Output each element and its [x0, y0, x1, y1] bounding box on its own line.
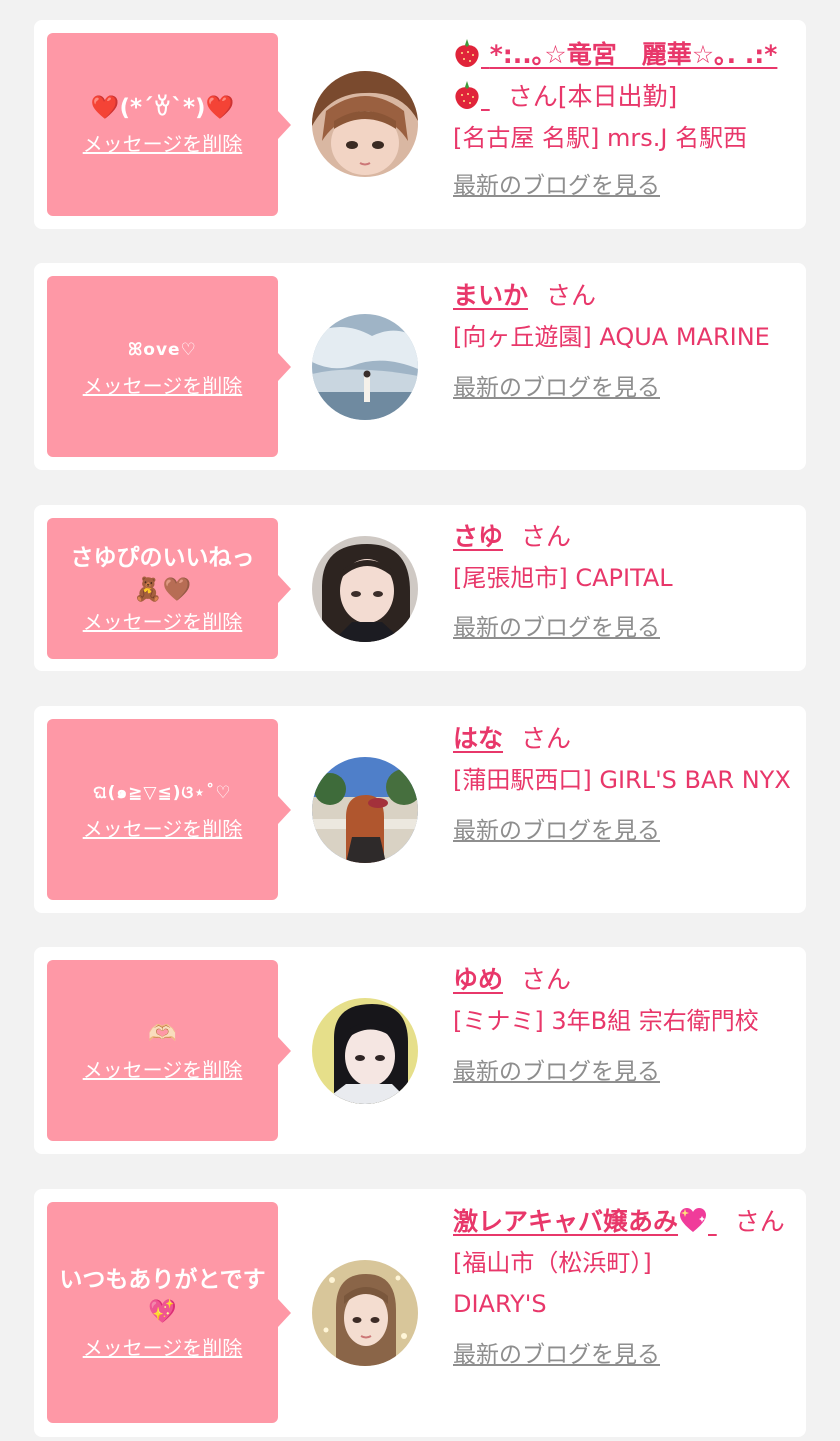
cast-name-link[interactable]: 激レアキャバ嬢あみ [453, 1207, 717, 1236]
message-bubble: 🫶🏻 メッセージを削除 [47, 960, 291, 1141]
avatar-photo [312, 998, 418, 1104]
cast-name-link[interactable]: さゆ [453, 522, 503, 551]
avatar[interactable] [312, 998, 418, 1104]
honorific: さん [521, 965, 572, 994]
latest-blog-link[interactable]: 最新のブログを見る [453, 1055, 798, 1089]
delete-message-link[interactable]: メッセージを削除 [83, 608, 243, 636]
message-bubble: さゆぴのいいねっ🧸🤎 メッセージを削除 [47, 518, 291, 659]
avatar-photo [312, 757, 418, 863]
honorific: さん [734, 1207, 785, 1236]
name-line: ゆめ さん [453, 959, 798, 1001]
avatar-photo [312, 314, 418, 420]
profile-info: はな さん [蒲田駅西口] GIRL'S BAR NYX 最新のブログを見る [453, 718, 798, 848]
delete-message-link[interactable]: メッセージを削除 [83, 815, 243, 843]
shop-name: DIARY'S [453, 1290, 547, 1318]
cast-name-link[interactable]: ゆめ [453, 965, 503, 994]
name-line: 激レアキャバ嬢あみ さん [453, 1201, 798, 1243]
name-line: さゆ さん [453, 516, 798, 558]
profile-info: さゆ さん [尾張旭市] CAPITAL 最新のブログを見る [453, 516, 798, 645]
profile-info: *:..｡☆竜宮 麗華☆｡. .:* さん[本日出勤] [名古屋 名駅] mrs… [453, 34, 798, 203]
message-bubble: いつもありがとです💖 メッセージを削除 [47, 1202, 291, 1423]
delete-message-link[interactable]: メッセージを削除 [83, 1334, 243, 1362]
name-line: はな さん [453, 718, 798, 760]
shop-area: [福山市（松浜町）] [453, 1249, 652, 1277]
favorite-card: 🫶🏻 メッセージを削除 ゆめ さん [ミナミ] 3年B組 宗右衛門校 最新のブログ… [34, 947, 806, 1154]
favorite-card: いつもありがとです💖 メッセージを削除 激レアキャバ嬢あみ さん [福山市（松浜… [34, 1189, 806, 1437]
profile-info: まいか さん [向ヶ丘遊園] AQUA MARINE 最新のブログを見る [453, 275, 798, 405]
avatar[interactable] [312, 71, 418, 177]
honorific: さん [521, 724, 572, 753]
avatar[interactable] [312, 757, 418, 863]
avatar-photo [312, 1260, 418, 1366]
honorific: さん [546, 281, 597, 310]
honorific: さん [521, 522, 572, 551]
favorite-card: ❤️(*´ꈊ`*)❤️ メッセージを削除 *:..｡☆竜宮 麗華☆｡. .:* … [34, 20, 806, 229]
name-line: *:..｡☆竜宮 麗華☆｡. .:* さん[本日出勤] [453, 34, 798, 118]
avatar-photo [312, 536, 418, 642]
strawberry-icon [455, 39, 479, 67]
profile-info: 激レアキャバ嬢あみ さん [福山市（松浜町）] DIARY'S 最新のブログを見… [453, 1201, 798, 1372]
favorite-card: さゆぴのいいねっ🧸🤎 メッセージを削除 さゆ さん [尾張旭市] CAPITAL … [34, 505, 806, 671]
latest-blog-link[interactable]: 最新のブログを見る [453, 1338, 798, 1372]
message-bubble: ꕤove♡ メッセージを削除 [47, 276, 291, 457]
message-text: ❤️(*´ꈊ`*)❤️ [90, 94, 235, 121]
latest-blog-link[interactable]: 最新のブログを見る [453, 814, 798, 848]
profile-info: ゆめ さん [ミナミ] 3年B組 宗右衛門校 最新のブログを見る [453, 959, 798, 1089]
latest-blog-link[interactable]: 最新のブログを見る [453, 371, 798, 405]
message-text: ꕤove♡ [128, 339, 197, 360]
favorite-card: ꕤove♡ メッセージを削除 まいか さん [向ヶ丘遊園] AQUA MARINE… [34, 263, 806, 470]
avatar[interactable] [312, 536, 418, 642]
delete-message-link[interactable]: メッセージを削除 [83, 130, 243, 158]
message-text: 🫶🏻 [148, 1020, 177, 1047]
cast-name: 激レアキャバ嬢あみ [453, 1207, 679, 1236]
shop-text: [向ヶ丘遊園] AQUA MARINE [453, 323, 770, 351]
strawberry-icon [455, 81, 479, 109]
sparkling-heart-icon [680, 1208, 707, 1232]
latest-blog-link[interactable]: 最新のブログを見る [453, 611, 798, 645]
message-bubble: ଘ(๑≧▽≦)ଓ⋆˚♡ メッセージを削除 [47, 719, 291, 900]
latest-blog-link[interactable]: 最新のブログを見る [453, 169, 798, 203]
status-text: [本日出勤] [557, 82, 678, 111]
delete-message-link[interactable]: メッセージを削除 [83, 1056, 243, 1084]
shop-text: [尾張旭市] CAPITAL [453, 564, 673, 592]
message-text: ଘ(๑≧▽≦)ଓ⋆˚♡ [93, 782, 232, 803]
honorific: さん [507, 82, 558, 111]
favorites-list: ❤️(*´ꈊ`*)❤️ メッセージを削除 *:..｡☆竜宮 麗華☆｡. .:* … [0, 0, 840, 1441]
shop-text: [蒲田駅西口] GIRL'S BAR NYX [453, 766, 791, 794]
cast-name-link[interactable]: はな [453, 724, 503, 753]
shop-text: [福山市（松浜町）] DIARY'S [453, 1243, 653, 1325]
cast-name-link[interactable]: まいか [453, 281, 528, 310]
name-line: まいか さん [453, 275, 798, 317]
cast-name: *:..｡☆竜宮 麗華☆｡. .:* [489, 40, 778, 69]
message-bubble: ❤️(*´ꈊ`*)❤️ メッセージを削除 [47, 33, 291, 216]
avatar-photo [312, 71, 418, 177]
delete-message-link[interactable]: メッセージを削除 [83, 372, 243, 400]
shop-text: [ミナミ] 3年B組 宗右衛門校 [453, 1007, 759, 1035]
favorite-card: ଘ(๑≧▽≦)ଓ⋆˚♡ メッセージを削除 はな さん [蒲田駅西口] GIRL'S… [34, 706, 806, 913]
message-text: いつもありがとです💖 [59, 1266, 266, 1325]
message-text: さゆぴのいいねっ🧸🤎 [70, 544, 255, 603]
shop-text: [名古屋 名駅] mrs.J 名駅西 [453, 124, 748, 152]
avatar[interactable] [312, 1260, 418, 1366]
avatar[interactable] [312, 314, 418, 420]
